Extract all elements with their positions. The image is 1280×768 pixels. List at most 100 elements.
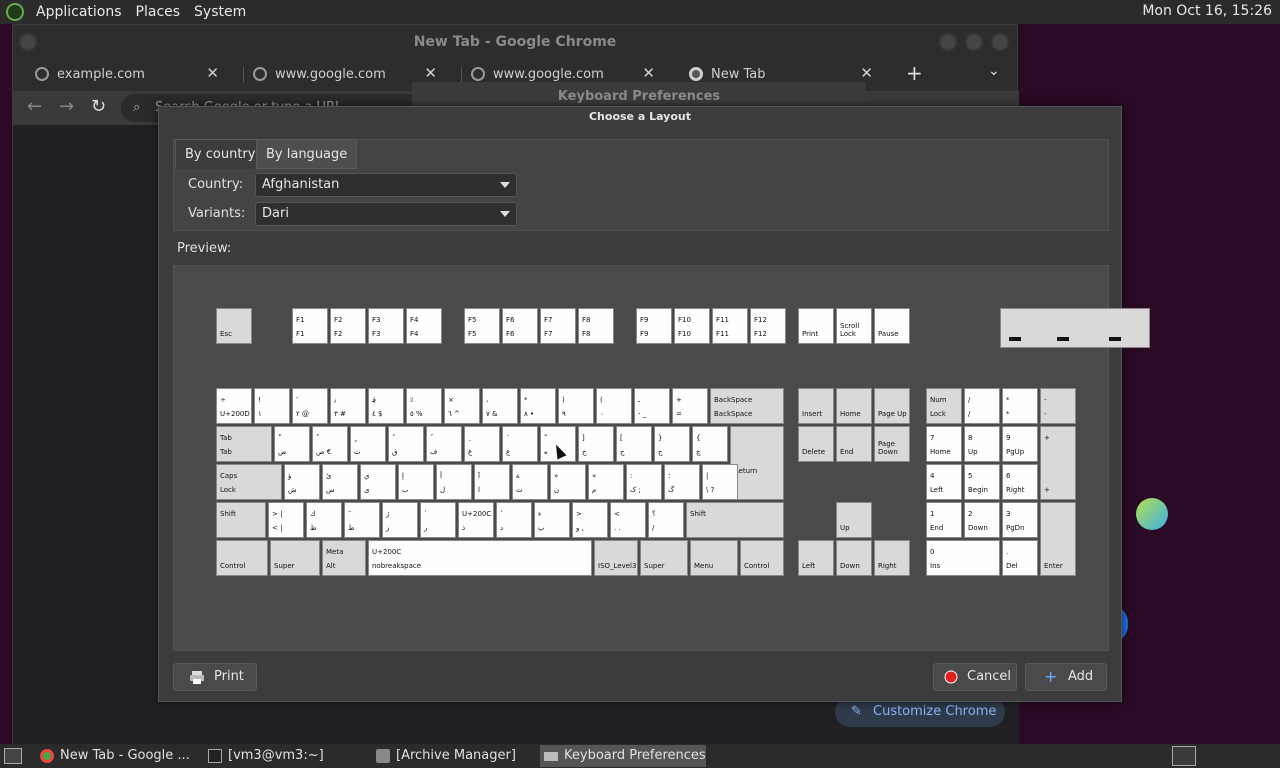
- key-label: 0: [930, 548, 935, 556]
- key-label: ٫: [334, 396, 337, 404]
- key-label: -: [1044, 396, 1047, 404]
- keyboard-key: ؋ ٤ $: [368, 388, 404, 424]
- indicator-lights: [1000, 308, 1150, 348]
- show-desktop-icon[interactable]: [4, 748, 22, 764]
- key-label: F11: [716, 330, 729, 338]
- keyboard-key: Enter: [1040, 502, 1076, 576]
- key-label: U+200C: [462, 510, 492, 518]
- key-label: F3: [372, 316, 381, 324]
- add-button[interactable]: + Add: [1025, 663, 1107, 691]
- dialog-title: Choose a Layout: [588, 110, 692, 123]
- key-label: F9: [640, 330, 649, 338]
- tab-close-icon[interactable]: ✕: [642, 64, 655, 82]
- key-label: گ: [668, 486, 675, 494]
- tab-close-icon[interactable]: ✕: [860, 64, 873, 82]
- country-combo[interactable]: Afghanistan: [255, 173, 517, 197]
- keyboard-key: F11 F11: [712, 308, 748, 344]
- variants-combo[interactable]: Dari: [255, 202, 517, 226]
- led-icon: [1009, 337, 1021, 341]
- print-button[interactable]: Print: [173, 663, 257, 691]
- keyboard-key: Menu: [690, 540, 738, 576]
- key-label: Ins: [930, 562, 941, 570]
- keyboard-key: Pause: [874, 308, 910, 344]
- key-label: F6: [506, 316, 515, 324]
- key-label: ء: [538, 510, 542, 518]
- key-label: Tab: [220, 434, 232, 442]
- key-label: Lock: [220, 486, 236, 494]
- cancel-button[interactable]: Cancel: [933, 663, 1017, 691]
- key-label: ک ;: [630, 486, 641, 494]
- keyboard-key: × ٦ ^: [444, 388, 480, 424]
- keyboard-key: F2 F2: [330, 308, 366, 344]
- keyboard-key: F3 F3: [368, 308, 404, 344]
- gnome-foot-icon[interactable]: [6, 3, 24, 21]
- key-label: ؛: [668, 472, 671, 480]
- window-menu-icon[interactable]: [19, 33, 37, 51]
- menu-system[interactable]: System: [192, 4, 248, 20]
- key-label: +: [676, 396, 682, 404]
- task-chrome[interactable]: New Tab - Google ...: [36, 745, 196, 767]
- key-label: F3: [372, 330, 381, 338]
- keyboard-key: F12 F12: [750, 308, 786, 344]
- key-label: ژ: [386, 510, 390, 518]
- close-window-icon[interactable]: [991, 33, 1009, 51]
- reload-icon[interactable]: ↻: [91, 96, 106, 117]
- key-label: Down: [840, 562, 860, 570]
- variants-label: Variants:: [188, 206, 246, 221]
- key-label: 7: [930, 434, 935, 442]
- key-label: !: [258, 396, 261, 404]
- key-label: F11: [716, 316, 729, 324]
- tab-close-icon[interactable]: ✕: [424, 64, 437, 82]
- tab-search-chevron-icon[interactable]: ⌄: [988, 63, 1000, 79]
- keyboard-key: 7 Home: [926, 426, 962, 462]
- keyboard-key: 8 Up: [964, 426, 1000, 462]
- key-label: ): [562, 396, 565, 404]
- keyboard-key: Shift: [216, 502, 266, 538]
- keyboard-key: أل: [436, 464, 472, 500]
- keyboard-key: BackSpace BackSpace: [710, 388, 784, 424]
- workspace-switcher-icon[interactable]: [1172, 746, 1196, 766]
- key-label: >: [576, 510, 582, 518]
- key-label: F10: [678, 316, 691, 324]
- keyboard-key: ءپ: [534, 502, 570, 538]
- panel-clock[interactable]: Mon Oct 16, 15:26: [1142, 3, 1272, 19]
- bottom-panel: New Tab - Google ... [vm3@vm3:~] [Archiv…: [0, 744, 1280, 768]
- new-tab-plus-icon[interactable]: +: [906, 61, 923, 85]
- terminal-icon: [208, 749, 222, 763]
- key-label: ض: [278, 448, 287, 456]
- key-label: F12: [754, 330, 767, 338]
- key-label: PgUp: [1006, 448, 1025, 456]
- key-label: < |: [272, 524, 283, 532]
- task-terminal[interactable]: [vm3@vm3:~]: [204, 745, 364, 767]
- task-keyboard-preferences[interactable]: Keyboard Preferences: [540, 745, 706, 767]
- task-archive-manager[interactable]: [Archive Manager]: [372, 745, 532, 767]
- back-arrow-icon[interactable]: ←: [27, 96, 42, 117]
- maximize-icon[interactable]: [965, 33, 983, 51]
- tab-by-language[interactable]: By language: [256, 139, 358, 169]
- tab-by-country[interactable]: By country: [175, 139, 266, 169]
- globe-icon: [471, 67, 485, 81]
- key-label: Super: [644, 562, 665, 570]
- menu-places[interactable]: Places: [134, 4, 183, 20]
- keyboard-key: 5 Begin: [964, 464, 1000, 500]
- minimize-icon[interactable]: [939, 33, 957, 51]
- keyboard-key: Num Lock: [926, 388, 962, 424]
- tab-close-icon[interactable]: ✕: [206, 64, 219, 82]
- keyboard-key: ٪ ٥ %: [406, 388, 442, 424]
- key-label: Print: [802, 330, 819, 338]
- menu-applications[interactable]: Applications: [34, 4, 124, 20]
- keyboard-key: F10 F10: [674, 308, 710, 344]
- key-label: ا: [478, 486, 480, 494]
- key-label: م: [592, 486, 597, 494]
- keyboard-key: F8 F8: [578, 308, 614, 344]
- keyboard-key: Up: [836, 502, 872, 538]
- tab-example[interactable]: example.com ✕: [13, 59, 231, 89]
- keyboard-key: ؤش: [284, 464, 320, 500]
- forward-arrow-icon[interactable]: →: [59, 96, 74, 117]
- key-label: ج: [658, 448, 663, 456]
- key-label: ٩: [562, 410, 566, 418]
- keyboard-key: ٍث: [350, 426, 386, 462]
- key-label: F4: [410, 330, 419, 338]
- task-label: [Archive Manager]: [396, 748, 516, 763]
- key-label: Del: [1006, 562, 1018, 570]
